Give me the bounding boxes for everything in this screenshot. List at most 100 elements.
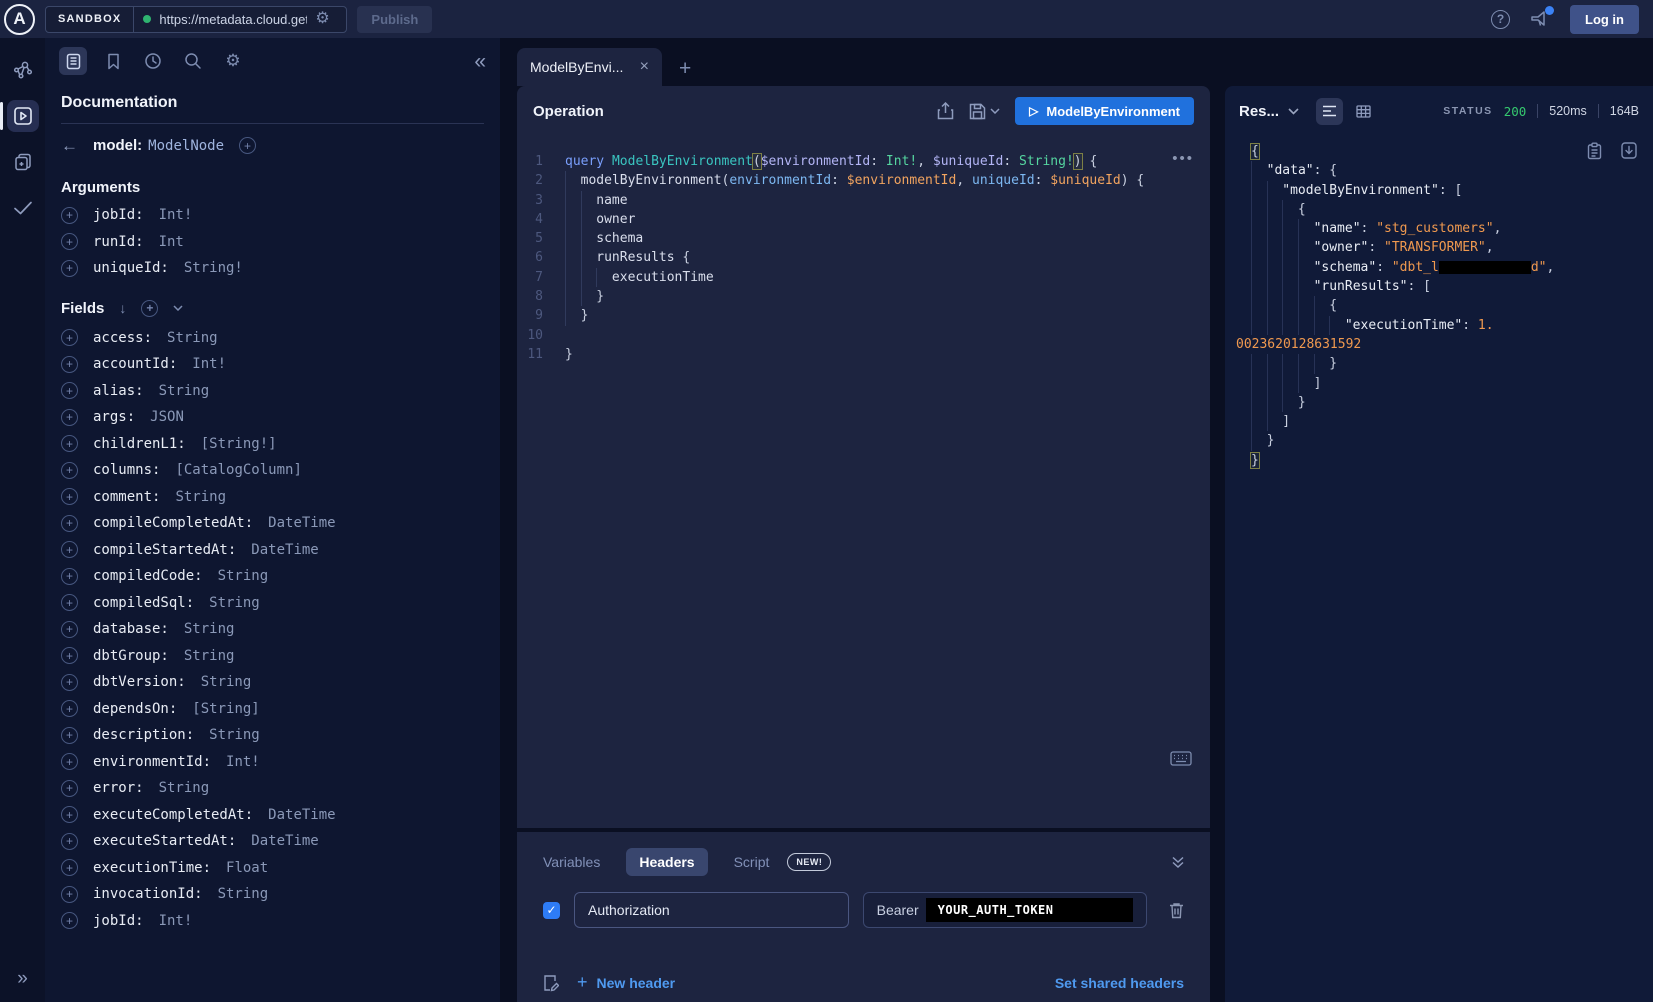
field-type[interactable]: String <box>218 886 269 902</box>
announcements-megaphone-icon[interactable] <box>1530 10 1550 28</box>
bottom-tab-variables[interactable]: Variables <box>543 854 600 870</box>
add-field-button[interactable]: + <box>61 207 78 224</box>
add-field-button[interactable]: + <box>61 541 78 558</box>
add-field-button[interactable]: + <box>61 700 78 717</box>
field-type[interactable]: Int <box>159 234 184 250</box>
documentation-tab-icon[interactable] <box>59 47 87 75</box>
add-field-button[interactable]: + <box>61 233 78 250</box>
graphql-editor[interactable]: 1query ModelByEnvironment($environmentId… <box>517 152 1210 364</box>
connection-settings-gear-icon[interactable]: ⚙ <box>315 11 329 27</box>
operation-tab[interactable]: ModelByEnvi... × <box>517 48 662 86</box>
table-view-icon[interactable] <box>1350 98 1377 125</box>
saved-operations-bookmark-icon[interactable] <box>99 47 127 75</box>
field-type[interactable]: String <box>167 330 218 346</box>
field-type[interactable]: Float <box>226 860 268 876</box>
changelog-diff-icon[interactable] <box>7 146 39 178</box>
set-shared-headers-link[interactable]: Set shared headers <box>1055 975 1184 991</box>
collapse-doc-panel-icon[interactable]: « <box>474 51 486 72</box>
back-arrow-icon[interactable]: ← <box>61 137 78 154</box>
add-field-button[interactable]: + <box>61 488 78 505</box>
add-field-button[interactable]: + <box>61 621 78 638</box>
field-type[interactable]: [String!] <box>201 436 277 452</box>
field-type[interactable]: String <box>184 648 235 664</box>
response-title-chevron-icon[interactable] <box>1288 108 1299 115</box>
add-field-button[interactable]: + <box>61 409 78 426</box>
close-tab-icon[interactable]: × <box>640 59 649 75</box>
add-field-button[interactable]: + <box>61 594 78 611</box>
header-enabled-checkbox[interactable]: ✓ <box>543 902 560 919</box>
edit-headers-document-icon[interactable] <box>543 974 559 992</box>
field-type[interactable]: String! <box>184 260 243 276</box>
add-field-button[interactable]: + <box>61 356 78 373</box>
field-type[interactable]: [CatalogColumn] <box>175 462 301 478</box>
keyboard-shortcuts-icon[interactable] <box>1170 751 1192 766</box>
share-operation-icon[interactable] <box>937 102 954 120</box>
history-icon[interactable] <box>139 47 167 75</box>
expand-rail-icon[interactable]: » <box>0 968 45 990</box>
save-options-chevron-icon[interactable] <box>990 108 1000 114</box>
field-type[interactable]: String <box>175 489 226 505</box>
add-field-button[interactable]: + <box>61 647 78 664</box>
add-field-button[interactable]: + <box>61 515 78 532</box>
field-type[interactable]: DateTime <box>268 807 335 823</box>
add-model-field-button[interactable]: + <box>239 137 256 154</box>
add-field-button[interactable]: + <box>61 462 78 479</box>
explorer-nav-icon[interactable] <box>7 100 39 132</box>
field-type[interactable]: DateTime <box>251 833 318 849</box>
schema-graph-icon[interactable] <box>7 54 39 86</box>
field-type[interactable]: String <box>209 595 260 611</box>
endpoint-url-input[interactable]: https://metadata.cloud.get <box>159 12 307 27</box>
field-type[interactable]: Int! <box>159 207 193 223</box>
doc-field-type-link[interactable]: ModelNode <box>148 138 224 154</box>
add-field-button[interactable]: + <box>61 859 78 876</box>
field-type[interactable]: String <box>159 780 210 796</box>
field-type[interactable]: Int! <box>226 754 260 770</box>
raw-view-icon[interactable] <box>1316 98 1343 125</box>
field-type[interactable]: JSON <box>150 409 184 425</box>
add-field-button[interactable]: + <box>61 435 78 452</box>
field-type[interactable]: String <box>159 383 210 399</box>
new-header-button[interactable]: + New header <box>577 972 675 993</box>
delete-header-icon[interactable] <box>1169 902 1184 919</box>
sort-fields-icon[interactable]: ↓ <box>119 300 126 316</box>
download-response-icon[interactable] <box>1621 142 1637 160</box>
editor-more-menu[interactable]: ••• <box>1172 150 1194 167</box>
bottom-tab-headers[interactable]: Headers <box>626 848 707 876</box>
apollo-logo-icon[interactable]: A <box>4 4 35 35</box>
add-field-button[interactable]: + <box>61 833 78 850</box>
field-type[interactable]: String <box>209 727 260 743</box>
field-type[interactable]: Int! <box>159 913 193 929</box>
field-type[interactable]: [String] <box>192 701 259 717</box>
checks-icon[interactable] <box>7 192 39 224</box>
add-field-button[interactable]: + <box>61 727 78 744</box>
field-type[interactable]: String <box>184 621 235 637</box>
collapse-bottom-panel-icon[interactable] <box>1172 856 1184 869</box>
save-operation-icon[interactable] <box>969 103 986 120</box>
search-icon[interactable] <box>179 47 207 75</box>
add-field-button[interactable]: + <box>61 329 78 346</box>
field-type[interactable]: DateTime <box>251 542 318 558</box>
bottom-tab-script[interactable]: Script <box>734 854 770 870</box>
add-field-button[interactable]: + <box>61 674 78 691</box>
help-icon[interactable]: ? <box>1491 10 1510 29</box>
field-type[interactable]: String <box>218 568 269 584</box>
new-tab-button[interactable]: + <box>679 58 691 79</box>
field-type[interactable]: String <box>201 674 252 690</box>
run-operation-button[interactable]: ▷ ModelByEnvironment <box>1015 97 1194 125</box>
add-field-button[interactable]: + <box>61 753 78 770</box>
fields-options-chevron-icon[interactable] <box>173 305 183 311</box>
explorer-settings-gear-icon[interactable]: ⚙ <box>219 47 247 75</box>
add-field-button[interactable]: + <box>61 382 78 399</box>
add-field-button[interactable]: + <box>61 912 78 929</box>
add-all-fields-button[interactable]: + <box>141 300 158 317</box>
add-field-button[interactable]: + <box>61 260 78 277</box>
field-type[interactable]: DateTime <box>268 515 335 531</box>
header-key-input[interactable]: Authorization <box>574 892 849 928</box>
login-button[interactable]: Log in <box>1570 5 1639 34</box>
add-field-button[interactable]: + <box>61 568 78 585</box>
add-field-button[interactable]: + <box>61 780 78 797</box>
publish-button[interactable]: Publish <box>357 6 432 33</box>
add-field-button[interactable]: + <box>61 806 78 823</box>
copy-response-icon[interactable] <box>1587 142 1602 160</box>
header-value-input[interactable]: Bearer YOUR_AUTH_TOKEN <box>863 892 1147 928</box>
